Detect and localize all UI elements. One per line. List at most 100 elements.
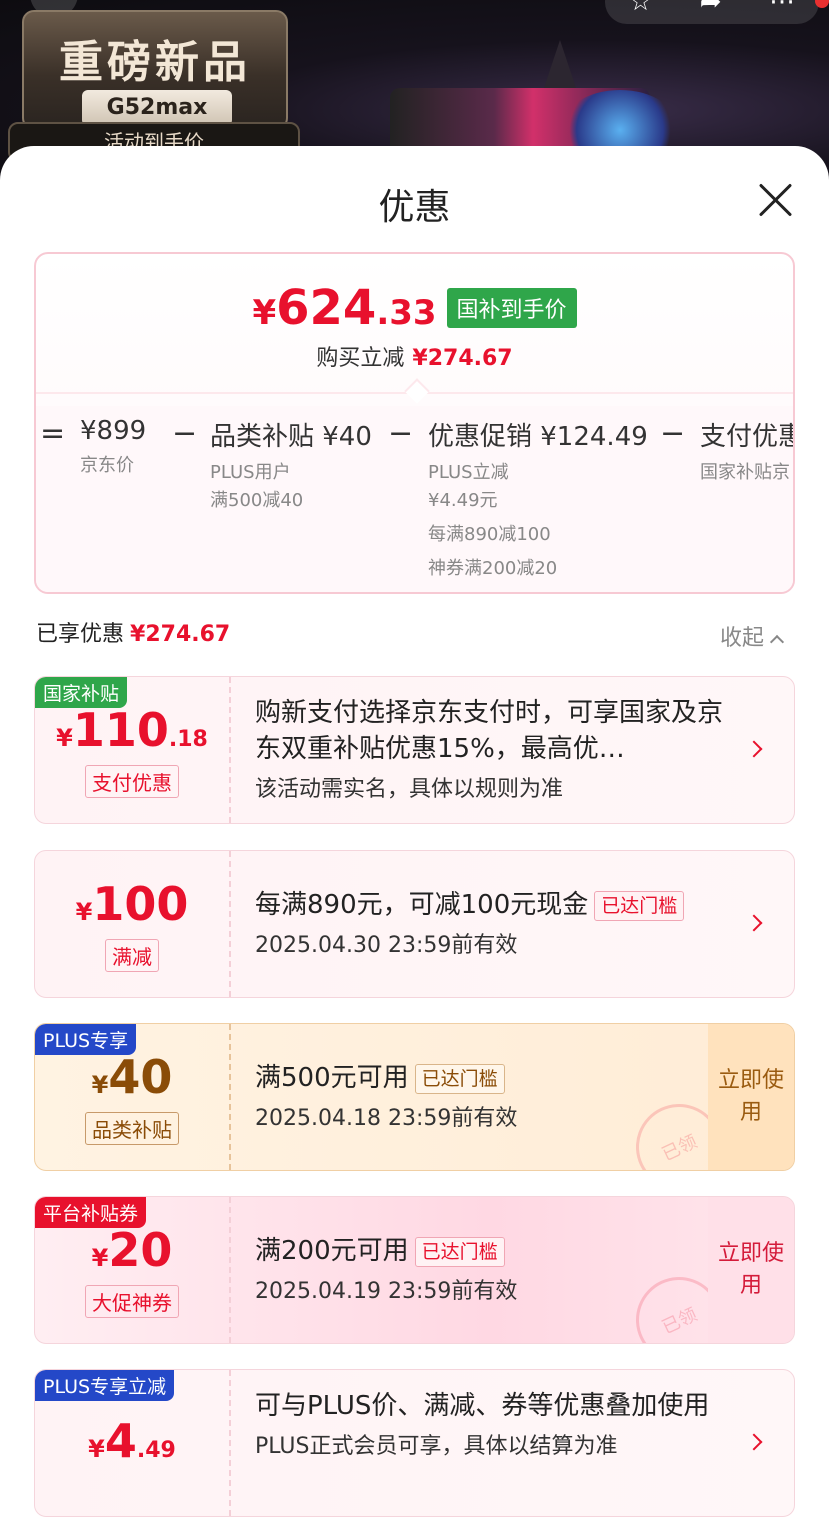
coupon-value-area: 国家补贴 ¥110.18 支付优惠 xyxy=(35,677,229,823)
operator-minus: − xyxy=(388,416,414,451)
final-price-integer: 624 xyxy=(276,280,377,336)
chevron-up-icon xyxy=(769,634,785,650)
coupon-divider xyxy=(229,677,231,823)
instant-discount-label: 购买立减 xyxy=(316,346,405,371)
coupon-type-label: 满减 xyxy=(105,939,159,972)
threshold-reached-badge: 已达门槛 xyxy=(414,1236,505,1267)
coupon-amount: ¥20 xyxy=(35,1223,229,1277)
badge-model: G52max xyxy=(82,90,232,126)
coupon-currency: ¥ xyxy=(91,1244,109,1272)
coupon-value-area: PLUS专享 ¥40 品类补贴 xyxy=(35,1024,229,1170)
final-price-decimal: .33 xyxy=(376,293,437,333)
chevron-right-icon[interactable] xyxy=(745,1433,763,1451)
operator-minus: − xyxy=(660,416,686,451)
more-icon[interactable]: ⋯ xyxy=(769,0,795,17)
enjoyed-label: 已享优惠 xyxy=(36,622,125,647)
breakdown-line: ¥4.49元 xyxy=(428,490,498,511)
breakdown-line: PLUS用户 xyxy=(210,462,291,483)
coupon-info: 每满890元，可减100元现金 已达门槛 2025.04.30 23:59前有效 xyxy=(255,887,735,959)
coupon-amount-integer: 20 xyxy=(108,1223,173,1277)
coupon-currency: ¥ xyxy=(56,724,73,752)
coupon-amount: ¥100 xyxy=(35,877,229,931)
coupon-card-payment[interactable]: 国家补贴 ¥110.18 支付优惠 购新支付选择京东支付时，可享国家及京东双重补… xyxy=(34,676,795,824)
coupon-info: 可与PLUS价、满减、券等优惠叠加使用 PLUS正式会员可享，具体以结算为准 xyxy=(255,1388,735,1460)
final-price: ¥624.33 xyxy=(252,280,436,336)
coupon-amount-decimal: .18 xyxy=(168,727,208,752)
coupon-amount-integer: 4 xyxy=(104,1414,137,1468)
operator-minus: − xyxy=(172,416,198,451)
coupon-currency: ¥ xyxy=(75,898,93,926)
coupon-amount-integer: 110 xyxy=(72,703,169,757)
coupon-tag: PLUS专享立减 xyxy=(35,1370,175,1401)
coupon-divider xyxy=(229,1197,231,1343)
coupon-divider xyxy=(229,1370,231,1516)
sheet-title: 优惠 xyxy=(378,187,451,228)
top-action-bar: ☆ ➦ ⋯ xyxy=(605,0,819,24)
coupon-card-platform[interactable]: 平台补贴券 ¥20 大促神券 满200元可用 已达门槛 2025.04.19 23… xyxy=(34,1196,795,1344)
coupon-currency: ¥ xyxy=(88,1435,105,1463)
coupon-note: 该活动需实名，具体以规则为准 xyxy=(255,777,564,802)
enjoyed-discount: 已享优惠 ¥274.67 xyxy=(36,616,230,648)
coupon-description: 可与PLUS价、满减、券等优惠叠加使用 xyxy=(255,1391,710,1421)
discount-sheet: 优惠 ¥624.33 国补到手价 购买立减 ¥274.67 = ¥899 京东价 … xyxy=(0,146,829,1539)
coupon-validity: 2025.04.30 23:59前有效 xyxy=(255,933,518,958)
coupon-card-plus-instant[interactable]: PLUS专享立减 ¥4.49 可与PLUS价、满减、券等优惠叠加使用 PLUS正… xyxy=(34,1369,795,1517)
operator-equals: = xyxy=(40,416,66,451)
breakdown-line: 每满890减100 xyxy=(428,524,551,545)
share-icon[interactable]: ➦ xyxy=(700,0,722,17)
breakdown-line: 京东价 xyxy=(80,455,134,476)
coupon-type-label: 大促神券 xyxy=(85,1285,179,1318)
coupon-card-full-reduction[interactable]: ¥100 满减 每满890元，可减100元现金 已达门槛 2025.04.30 2… xyxy=(34,850,795,998)
use-now-button[interactable]: 立即使用 xyxy=(708,1197,794,1343)
breakdown-line: 神券满200减20 xyxy=(428,558,558,579)
coupon-divider xyxy=(229,1024,231,1170)
coupon-value-area: 平台补贴券 ¥20 大促神券 xyxy=(35,1197,229,1343)
coupon-amount: ¥110.18 xyxy=(35,703,229,757)
breakdown-line: 国家补贴京 xyxy=(700,462,790,483)
collapse-label: 收起 xyxy=(720,626,765,651)
coupon-currency: ¥ xyxy=(91,1071,109,1099)
coupon-description-text: 满200元可用 xyxy=(255,1236,409,1266)
coupon-type-label: 品类补贴 xyxy=(85,1112,179,1145)
enjoyed-amount: ¥274.67 xyxy=(130,622,231,647)
breakdown-line: 满500减40 xyxy=(210,490,304,511)
coupon-card-plus-category[interactable]: PLUS专享 ¥40 品类补贴 满500元可用 已达门槛 2025.04.18 2… xyxy=(34,1023,795,1171)
close-icon[interactable] xyxy=(756,180,796,220)
breakdown-title: 支付优惠 xyxy=(700,422,795,452)
coupon-description: 购新支付选择京东支付时，可享国家及京东双重补贴优惠15%，最高优… xyxy=(255,698,724,764)
chevron-right-icon[interactable] xyxy=(745,740,763,758)
price-summary-card: ¥624.33 国补到手价 购买立减 ¥274.67 = ¥899 京东价 − 品… xyxy=(34,252,795,594)
threshold-reached-badge: 已达门槛 xyxy=(414,1063,505,1094)
breakdown-item-category-subsidy: 品类补贴 ¥40 PLUS用户 满500减40 xyxy=(210,416,372,515)
coupon-amount-decimal: .49 xyxy=(136,1438,176,1463)
badge-title: 重磅新品 xyxy=(59,37,251,88)
breakdown-item-payment: 支付优惠 国家补贴京 xyxy=(700,416,795,487)
coupon-value-area: ¥100 满减 xyxy=(35,851,229,997)
coupon-value-area: PLUS专享立减 ¥4.49 xyxy=(35,1370,229,1516)
coupon-description-text: 每满890元，可减100元现金 xyxy=(255,890,589,920)
coupon-description: 满200元可用 已达门槛 xyxy=(255,1233,735,1269)
instant-discount-amount: ¥274.67 xyxy=(412,346,513,371)
chevron-right-icon[interactable] xyxy=(745,914,763,932)
threshold-reached-badge: 已达门槛 xyxy=(594,890,685,921)
coupon-info: 购新支付选择京东支付时，可享国家及京东双重补贴优惠15%，最高优… 该活动需实名… xyxy=(255,695,735,803)
use-now-button[interactable]: 立即使用 xyxy=(708,1024,794,1170)
coupon-description: 每满890元，可减100元现金 已达门槛 xyxy=(255,887,735,923)
price-breakdown[interactable]: = ¥899 京东价 − 品类补贴 ¥40 PLUS用户 满500减40 − 优… xyxy=(36,406,795,592)
coupon-amount: ¥40 xyxy=(35,1050,229,1104)
coupon-description: 满500元可用 已达门槛 xyxy=(255,1060,735,1096)
coupon-note: PLUS正式会员可享，具体以结算为准 xyxy=(255,1434,618,1459)
coupon-divider xyxy=(229,851,231,997)
star-icon[interactable]: ☆ xyxy=(629,0,652,17)
breakdown-item-promotion: 优惠促销 ¥124.49 PLUS立减 ¥4.49元 每满890减100 神券满… xyxy=(428,416,648,583)
price-type-tag: 国补到手价 xyxy=(446,288,577,328)
promo-badge: 重磅新品 G52max xyxy=(22,10,288,130)
breakdown-title: ¥899 xyxy=(80,416,147,446)
coupon-amount-integer: 40 xyxy=(108,1050,173,1104)
breakdown-title: 品类补贴 ¥40 xyxy=(210,422,372,452)
coupon-description-text: 满500元可用 xyxy=(255,1063,409,1093)
coupon-amount: ¥4.49 xyxy=(35,1414,229,1468)
breakdown-item-list-price: ¥899 京东价 xyxy=(80,416,146,480)
instant-discount-line: 购买立减 ¥274.67 xyxy=(36,340,793,372)
collapse-button[interactable]: 收起 xyxy=(720,620,785,652)
